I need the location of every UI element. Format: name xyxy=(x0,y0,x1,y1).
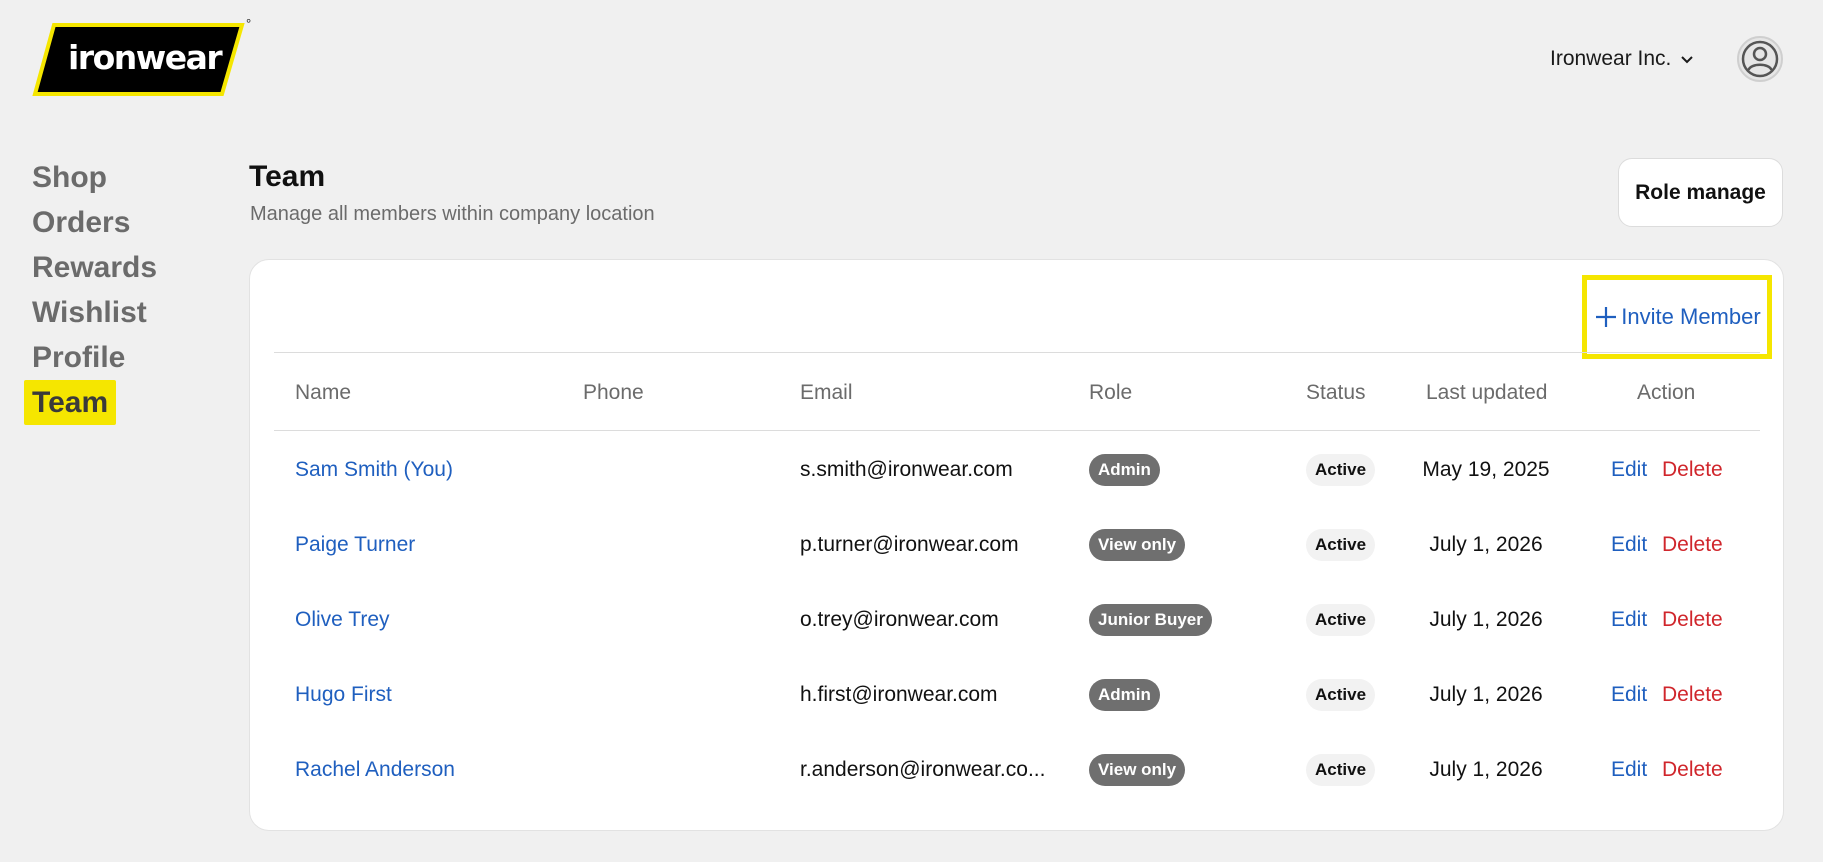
member-email: r.anderson@ironwear.co... xyxy=(800,757,1045,781)
column-header-last-updated: Last updated xyxy=(1426,381,1548,404)
last-updated: May 19, 2025 xyxy=(1422,457,1550,481)
table-row: Paige Turner p.turner@ironwear.com View … xyxy=(0,507,1823,582)
invite-member-label: Invite Member xyxy=(1621,304,1761,329)
page-subtitle: Manage all members within company locati… xyxy=(250,203,655,225)
sidebar-item-wishlist[interactable]: Wishlist xyxy=(24,290,165,335)
last-updated: July 1, 2026 xyxy=(1429,532,1543,556)
sidebar-item-profile[interactable]: Profile xyxy=(24,335,165,380)
last-updated: July 1, 2026 xyxy=(1429,757,1543,781)
member-name-link[interactable]: Olive Trey xyxy=(295,582,390,657)
edit-link[interactable]: Edit xyxy=(1611,432,1647,507)
column-header-email: Email xyxy=(800,381,853,404)
delete-link[interactable]: Delete xyxy=(1662,657,1723,732)
column-header-action: Action xyxy=(1637,381,1696,404)
member-name-link[interactable]: Hugo First xyxy=(295,657,392,732)
plus-icon xyxy=(1596,307,1617,327)
table-row: Hugo First h.first@ironwear.com Admin Ac… xyxy=(0,657,1823,732)
table-row: Olive Trey o.trey@ironwear.com Junior Bu… xyxy=(0,582,1823,657)
role-badge: View only xyxy=(1089,754,1186,786)
ironwear-logo[interactable]: ironwear ° xyxy=(32,16,262,97)
table-row: Rachel Anderson r.anderson@ironwear.co..… xyxy=(0,732,1823,807)
card-divider xyxy=(274,352,1760,353)
edit-link[interactable]: Edit xyxy=(1611,507,1647,582)
registered-mark: ° xyxy=(246,16,252,31)
delete-link[interactable]: Delete xyxy=(1662,432,1723,507)
logo-text: ironwear xyxy=(68,38,223,77)
chevron-down-icon xyxy=(1681,56,1694,64)
role-badge: View only xyxy=(1089,529,1186,561)
sidebar-item-shop[interactable]: Shop xyxy=(24,155,165,200)
member-email: h.first@ironwear.com xyxy=(800,682,998,706)
member-name-link[interactable]: Sam Smith (You) xyxy=(295,432,453,507)
company-selector[interactable]: Ironwear Inc. xyxy=(1550,47,1695,71)
member-name-link[interactable]: Rachel Anderson xyxy=(295,732,455,807)
edit-link[interactable]: Edit xyxy=(1611,732,1647,807)
last-updated: July 1, 2026 xyxy=(1429,607,1543,631)
status-badge: Active xyxy=(1306,454,1376,486)
company-name: Ironwear Inc. xyxy=(1550,47,1672,70)
sidebar-nav: Shop Orders Rewards Wishlist Profile Tea… xyxy=(24,155,165,425)
member-email: p.turner@ironwear.com xyxy=(800,532,1019,556)
page-title: Team xyxy=(249,160,326,193)
member-email: s.smith@ironwear.com xyxy=(800,457,1013,481)
status-badge: Active xyxy=(1306,679,1376,711)
column-header-phone: Phone xyxy=(583,381,644,404)
role-manage-button[interactable]: Role manage xyxy=(1618,158,1783,227)
table-row: Sam Smith (You) s.smith@ironwear.com Adm… xyxy=(0,432,1823,507)
header-divider xyxy=(274,430,1760,431)
member-name-link[interactable]: Paige Turner xyxy=(295,507,415,582)
column-header-name: Name xyxy=(295,381,352,404)
sidebar-item-orders[interactable]: Orders xyxy=(24,200,165,245)
member-email: o.trey@ironwear.com xyxy=(800,607,999,631)
column-header-status: Status xyxy=(1306,381,1366,404)
delete-link[interactable]: Delete xyxy=(1662,732,1723,807)
role-badge: Admin xyxy=(1089,679,1160,711)
status-badge: Active xyxy=(1306,754,1376,786)
user-circle-icon xyxy=(1741,40,1779,78)
sidebar-item-rewards[interactable]: Rewards xyxy=(24,245,165,290)
role-badge: Admin xyxy=(1089,454,1160,486)
delete-link[interactable]: Delete xyxy=(1662,582,1723,657)
status-badge: Active xyxy=(1306,604,1376,636)
edit-link[interactable]: Edit xyxy=(1611,582,1647,657)
role-badge: Junior Buyer xyxy=(1089,604,1212,636)
last-updated: July 1, 2026 xyxy=(1429,682,1543,706)
invite-member-button[interactable]: Invite Member xyxy=(1582,275,1772,359)
edit-link[interactable]: Edit xyxy=(1611,657,1647,732)
column-header-role: Role xyxy=(1089,381,1133,404)
sidebar-item-team[interactable]: Team xyxy=(24,380,117,425)
status-badge: Active xyxy=(1306,529,1376,561)
delete-link[interactable]: Delete xyxy=(1662,507,1723,582)
user-avatar[interactable] xyxy=(1737,36,1783,82)
